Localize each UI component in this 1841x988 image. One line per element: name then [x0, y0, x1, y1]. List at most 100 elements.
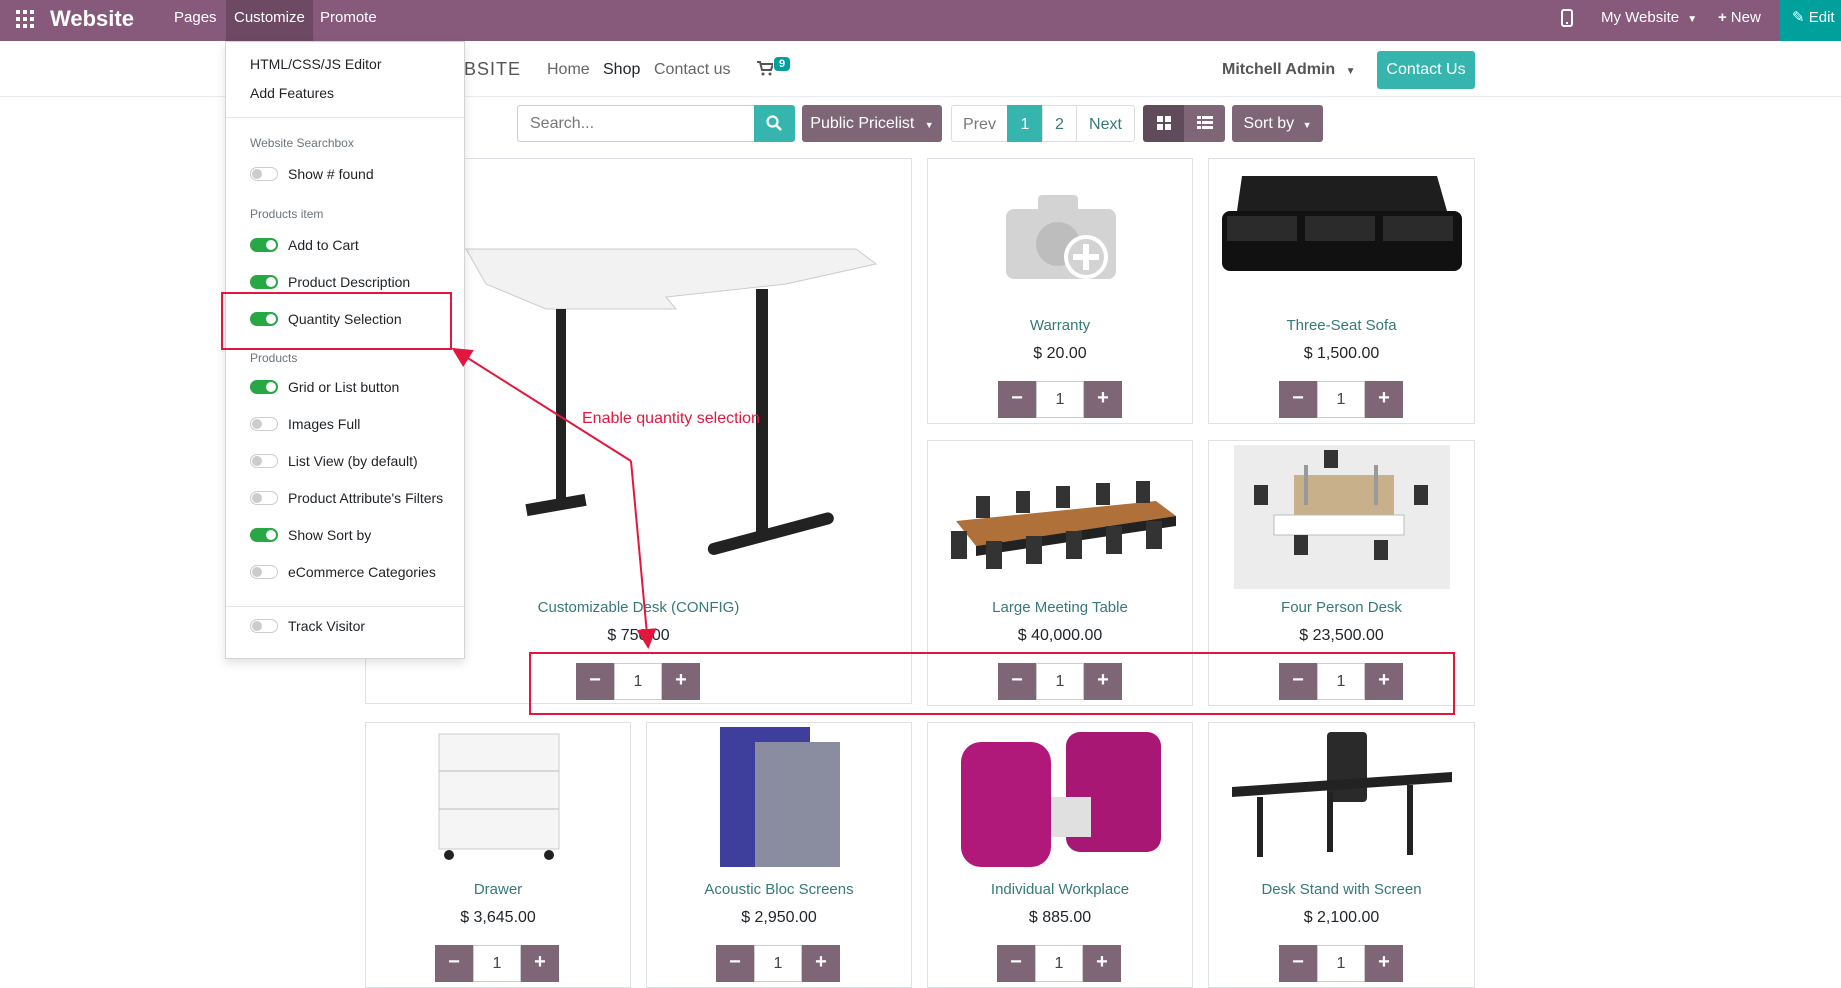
apps-menu-icon[interactable] — [16, 10, 34, 28]
plus-button[interactable]: + — [1365, 945, 1403, 982]
quantity-input[interactable]: 1 — [1036, 381, 1084, 418]
toggle-show-sort-by[interactable]: Show Sort by — [250, 526, 371, 544]
product-card[interactable]: Three-Seat Sofa $ 1,500.00 − 1 + — [1208, 158, 1475, 424]
product-name[interactable]: Four Person Desk — [1209, 599, 1474, 616]
product-card[interactable]: Drawer $ 3,645.00 − 1 + — [365, 722, 631, 988]
toggle-ecommerce-categories[interactable]: eCommerce Categories — [250, 563, 436, 581]
quantity-stepper[interactable]: − 1 + — [998, 381, 1122, 418]
toggle-label: Images Full — [288, 416, 361, 432]
product-price: $ 20.00 — [1033, 345, 1087, 362]
contact-us-button[interactable]: Contact Us — [1377, 51, 1475, 89]
user-menu[interactable]: Mitchell Admin ▼ — [1222, 61, 1356, 79]
toggle-attribute-filters[interactable]: Product Attribute's Filters — [250, 489, 443, 507]
plus-button[interactable]: + — [1083, 945, 1121, 982]
product-card[interactable]: Individual Workplace $ 885.00 − 1 + — [927, 722, 1193, 988]
grid-view-button[interactable] — [1143, 105, 1184, 142]
list-icon — [1196, 116, 1213, 129]
nav-home[interactable]: Home — [547, 61, 590, 79]
quantity-stepper[interactable]: − 1 + — [1279, 381, 1403, 418]
minus-button[interactable]: − — [716, 945, 754, 982]
product-name[interactable]: Large Meeting Table — [928, 599, 1192, 616]
toggle-grid-or-list[interactable]: Grid or List button — [250, 378, 399, 396]
sort-by-label: Sort by — [1243, 115, 1295, 132]
product-name[interactable]: Individual Workplace — [928, 881, 1192, 898]
toggle-label: Track Visitor — [288, 618, 366, 634]
quantity-input[interactable]: 1 — [1317, 945, 1365, 982]
toggle-switch[interactable] — [250, 528, 278, 542]
add-features-item[interactable]: Add Features — [250, 85, 334, 101]
quantity-input[interactable]: 1 — [473, 945, 521, 982]
pager-page-2[interactable]: 2 — [1042, 105, 1077, 142]
list-view-button[interactable] — [1184, 105, 1225, 142]
toggle-switch[interactable] — [250, 454, 278, 468]
product-name[interactable]: Drawer — [366, 881, 630, 898]
toggle-switch[interactable] — [250, 619, 278, 633]
pricelist-dropdown[interactable]: Public Pricelist ▼ — [802, 105, 942, 142]
my-website-dropdown[interactable]: My Website ▼ — [1601, 0, 1697, 41]
minus-button[interactable]: − — [435, 945, 473, 982]
toggle-switch[interactable] — [250, 275, 278, 289]
nav-shop[interactable]: Shop — [603, 61, 640, 79]
quantity-stepper[interactable]: − 1 + — [1279, 945, 1403, 982]
new-content-button[interactable]: + New — [1718, 0, 1761, 41]
toggle-label: Product Description — [288, 274, 411, 290]
minus-button[interactable]: − — [998, 381, 1036, 418]
toggle-images-full[interactable]: Images Full — [250, 415, 360, 433]
quantity-stepper[interactable]: − 1 + — [435, 945, 559, 982]
minus-button[interactable]: − — [1279, 381, 1317, 418]
toggle-switch[interactable] — [250, 565, 278, 579]
toggle-show-found[interactable]: Show # found — [250, 165, 374, 183]
product-card[interactable]: Acoustic Bloc Screens $ 2,950.00 − 1 + — [646, 722, 912, 988]
toggle-label: eCommerce Categories — [288, 564, 436, 580]
toggle-switch[interactable] — [250, 380, 278, 394]
quantity-input[interactable]: 1 — [1317, 381, 1365, 418]
quantity-stepper[interactable]: − 1 + — [997, 945, 1121, 982]
minus-button[interactable]: − — [1279, 945, 1317, 982]
sort-by-dropdown[interactable]: Sort by ▼ — [1232, 105, 1323, 142]
quantity-input[interactable]: 1 — [1035, 945, 1083, 982]
product-card[interactable]: Warranty $ 20.00 − 1 + — [927, 158, 1193, 424]
my-website-label: My Website — [1601, 9, 1680, 26]
app-brand[interactable]: Website — [50, 6, 134, 32]
product-image — [720, 727, 840, 867]
product-name[interactable]: Warranty — [928, 317, 1192, 334]
menu-customize[interactable]: Customize — [226, 0, 313, 41]
product-name[interactable]: Desk Stand with Screen — [1209, 881, 1474, 898]
plus-button[interactable]: + — [802, 945, 840, 982]
toggle-switch[interactable] — [250, 417, 278, 431]
toggle-switch[interactable] — [250, 238, 278, 252]
product-image — [951, 481, 1176, 569]
toggle-add-to-cart[interactable]: Add to Cart — [250, 236, 359, 254]
minus-button[interactable]: − — [997, 945, 1035, 982]
plus-button[interactable]: + — [1084, 381, 1122, 418]
menu-promote[interactable]: Promote — [312, 0, 385, 41]
mobile-preview-icon[interactable] — [1561, 0, 1573, 41]
cart-count-badge: 9 — [774, 57, 791, 71]
product-price: $ 40,000.00 — [1017, 627, 1103, 644]
quantity-stepper[interactable]: − 1 + — [716, 945, 840, 982]
pager-page-1[interactable]: 1 — [1007, 105, 1043, 142]
product-image — [1222, 176, 1462, 271]
quantity-input[interactable]: 1 — [754, 945, 802, 982]
pager-next[interactable]: Next — [1076, 105, 1135, 142]
plus-button[interactable]: + — [1365, 381, 1403, 418]
search-button[interactable] — [754, 105, 795, 142]
toggle-switch[interactable] — [250, 491, 278, 505]
edit-button[interactable]: ✎ Edit — [1780, 0, 1841, 41]
annotation-label: Enable quantity selection — [582, 410, 760, 427]
nav-contact-us[interactable]: Contact us — [654, 61, 730, 79]
toggle-switch[interactable] — [250, 167, 278, 181]
product-image — [465, 248, 878, 555]
toggle-product-description[interactable]: Product Description — [250, 273, 410, 291]
product-name[interactable]: Acoustic Bloc Screens — [647, 881, 911, 898]
plus-button[interactable]: + — [521, 945, 559, 982]
toggle-list-view-default[interactable]: List View (by default) — [250, 452, 418, 470]
product-card[interactable]: Desk Stand with Screen $ 2,100.00 − 1 + — [1208, 722, 1475, 988]
product-name[interactable]: Three-Seat Sofa — [1209, 317, 1474, 334]
toggle-track-visitor[interactable]: Track Visitor — [250, 617, 365, 635]
cart-icon[interactable] — [757, 61, 775, 81]
html-css-js-editor-item[interactable]: HTML/CSS/JS Editor — [250, 56, 381, 72]
pager-prev[interactable]: Prev — [951, 105, 1008, 142]
product-search-input[interactable]: Search... — [517, 105, 755, 142]
menu-pages[interactable]: Pages — [166, 0, 225, 41]
